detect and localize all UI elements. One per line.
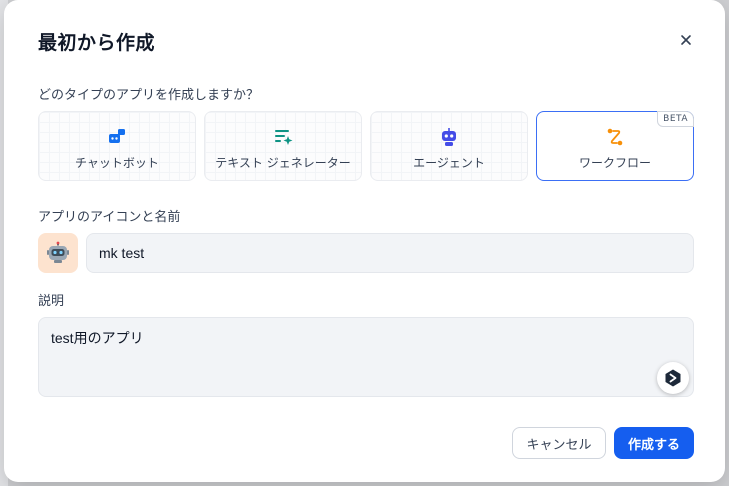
workflow-icon [604,126,626,148]
app-type-chatbot[interactable]: チャットボット [38,111,196,181]
app-type-agent[interactable]: エージェント [370,111,528,181]
app-icon-picker[interactable] [38,233,78,273]
text-generator-icon [272,126,294,148]
assistant-button[interactable] [657,362,689,394]
app-type-label: ワークフロー [578,156,651,170]
robot-icon [47,241,69,263]
app-type-workflow[interactable]: ワークフロー BETA [536,111,694,181]
dialog-title: 最初から作成 [38,32,156,54]
agent-icon [438,126,460,148]
close-button[interactable] [676,30,696,50]
beta-badge: BETA [657,111,694,127]
description-textarea[interactable]: test用のアプリ [38,317,694,397]
name-section-label: アプリのアイコンと名前 [38,210,181,225]
app-type-label: チャットボット [75,156,159,170]
create-button[interactable]: 作成する [614,427,694,459]
assistant-icon [665,369,681,387]
close-icon [681,35,691,45]
description-section-label: 説明 [38,294,65,309]
app-type-text-generator[interactable]: テキスト ジェネレーター [204,111,362,181]
app-name-input[interactable]: mk test [86,233,694,273]
chatbot-icon [106,126,128,148]
app-type-label: テキスト ジェネレーター [215,156,351,170]
create-app-dialog: 最初から作成 どのタイプのアプリを作成しますか？ チャットボット テキスト ジェ… [4,0,725,482]
cancel-button[interactable]: キャンセル [512,427,606,459]
app-type-label: エージェント [413,156,485,170]
app-type-question: どのタイプのアプリを作成しますか？ [38,88,260,103]
